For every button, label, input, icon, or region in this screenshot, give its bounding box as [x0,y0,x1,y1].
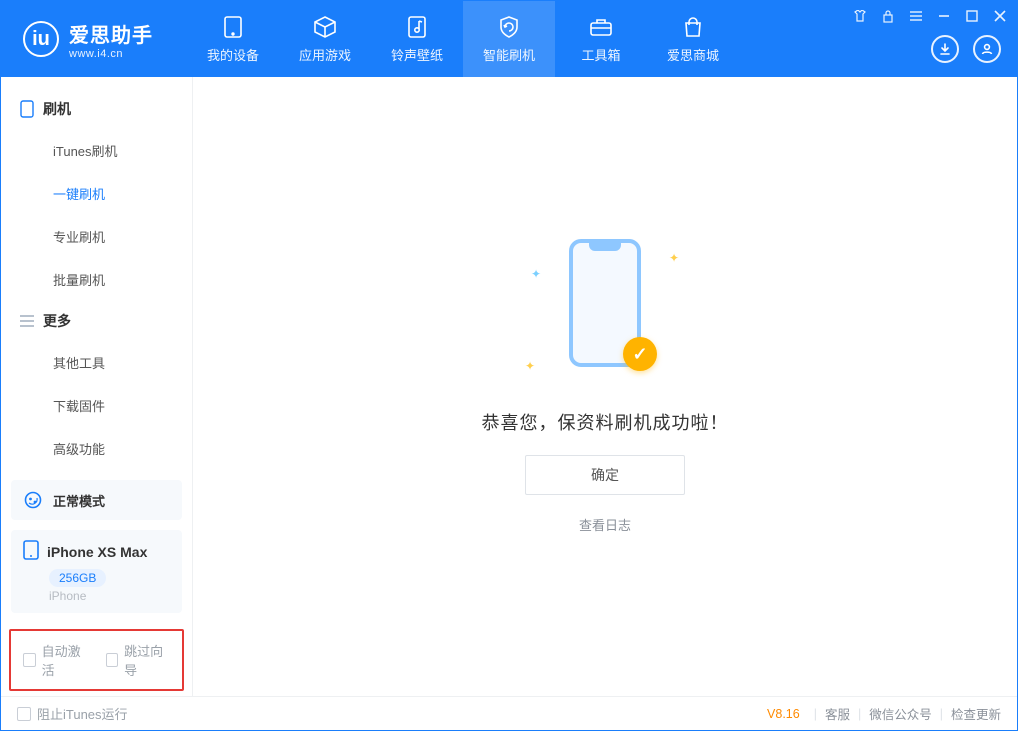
shirt-icon[interactable] [853,9,867,23]
mode-label: 正常模式 [53,491,105,510]
device-storage-badge: 256GB [49,569,106,587]
version-label: V8.16 [767,707,800,721]
nav-label: 铃声壁纸 [391,45,443,64]
success-message: 恭喜您，保资料刷机成功啦！ [482,409,729,435]
nav-apps[interactable]: 应用游戏 [279,1,371,77]
device-name: iPhone XS Max [47,544,147,560]
block-itunes-checkbox[interactable]: 阻止iTunes运行 [17,704,128,723]
lock-icon[interactable] [881,9,895,23]
bag-icon [679,15,707,39]
nav-flash[interactable]: 智能刷机 [463,1,555,77]
sidebar-item-other-tools[interactable]: 其他工具 [1,341,192,384]
nav-label: 智能刷机 [483,45,535,64]
sidebar-item-pro-flash[interactable]: 专业刷机 [1,215,192,258]
nav-label: 工具箱 [581,45,620,64]
brand-site: www.i4.cn [69,48,153,60]
nav-my-device[interactable]: 我的设备 [187,1,279,77]
music-icon [403,15,431,39]
cube-icon [311,15,339,39]
sidebar-item-download-firmware[interactable]: 下载固件 [1,384,192,427]
nav-label: 爱思商城 [667,45,719,64]
sidebar-item-advanced[interactable]: 高级功能 [1,427,192,470]
sidebar-group-title: 刷机 [43,99,71,119]
sidebar-item-batch-flash[interactable]: 批量刷机 [1,258,192,301]
sidebar-group-flash: 刷机 [1,89,192,129]
brand-name: 爱思助手 [69,19,153,48]
nav-ringtones[interactable]: 铃声壁纸 [371,1,463,77]
sidebar-group-title: 更多 [43,311,71,331]
device-type: iPhone [49,589,170,603]
check-update-link[interactable]: 检查更新 [951,704,1001,723]
toolbox-icon [587,15,615,39]
logo-icon: iu [23,21,59,57]
block-itunes-label: 阻止iTunes运行 [37,704,128,723]
view-log-link[interactable]: 查看日志 [579,515,631,534]
sidebar-group-more: 更多 [1,301,192,341]
auto-activate-checkbox[interactable]: 自动激活 [23,641,88,679]
wechat-link[interactable]: 微信公众号 [869,704,932,723]
status-bar: 阻止iTunes运行 V8.16 | 客服 | 微信公众号 | 检查更新 [1,696,1017,730]
account-button[interactable] [973,35,1001,63]
download-button[interactable] [931,35,959,63]
close-button[interactable] [993,9,1007,23]
refresh-shield-icon [495,15,523,39]
ok-button[interactable]: 确定 [525,455,685,495]
flash-options-row: 自动激活 跳过向导 [9,629,184,691]
nav-store[interactable]: 爱思商城 [647,1,739,77]
skip-guide-label: 跳过向导 [124,641,170,679]
sidebar-item-oneclick-flash[interactable]: 一键刷机 [1,172,192,215]
app-window: iu 爱思助手 www.i4.cn 我的设备 应用游戏 [0,0,1018,731]
mode-card[interactable]: 正常模式 [11,480,182,520]
phone-icon [19,101,35,117]
window-controls [853,9,1007,23]
support-link[interactable]: 客服 [825,704,850,723]
device-card[interactable]: iPhone XS Max 256GB iPhone [11,530,182,613]
normal-mode-icon [23,490,43,510]
success-illustration: ✦ ✦ ✦ ✓ [525,239,685,389]
main-panel: ✦ ✦ ✦ ✓ 恭喜您，保资料刷机成功啦！ 确定 查看日志 [193,77,1017,696]
checkbox-icon [106,653,119,667]
nav-toolbox[interactable]: 工具箱 [555,1,647,77]
spark-icon: ✦ [525,359,535,369]
top-nav: 我的设备 应用游戏 铃声壁纸 智能刷机 [187,1,739,77]
spark-icon: ✦ [669,251,679,261]
checkbox-icon [23,653,36,667]
spark-icon: ✦ [531,267,541,277]
nav-label: 应用游戏 [299,45,351,64]
skip-guide-checkbox[interactable]: 跳过向导 [106,641,171,679]
sidebar: 刷机 iTunes刷机 一键刷机 专业刷机 批量刷机 更多 其他工具 下载固件 … [1,77,193,696]
sidebar-item-itunes-flash[interactable]: iTunes刷机 [1,129,192,172]
nav-label: 我的设备 [207,45,259,64]
list-icon [19,313,35,329]
device-icon [219,15,247,39]
minimize-button[interactable] [937,9,951,23]
check-badge-icon: ✓ [623,337,657,371]
menu-icon[interactable] [909,9,923,23]
maximize-button[interactable] [965,9,979,23]
logo[interactable]: iu 爱思助手 www.i4.cn [1,1,171,77]
auto-activate-label: 自动激活 [42,641,88,679]
checkbox-icon [17,707,31,721]
device-phone-icon [23,540,39,563]
titlebar: iu 爱思助手 www.i4.cn 我的设备 应用游戏 [1,1,1017,77]
